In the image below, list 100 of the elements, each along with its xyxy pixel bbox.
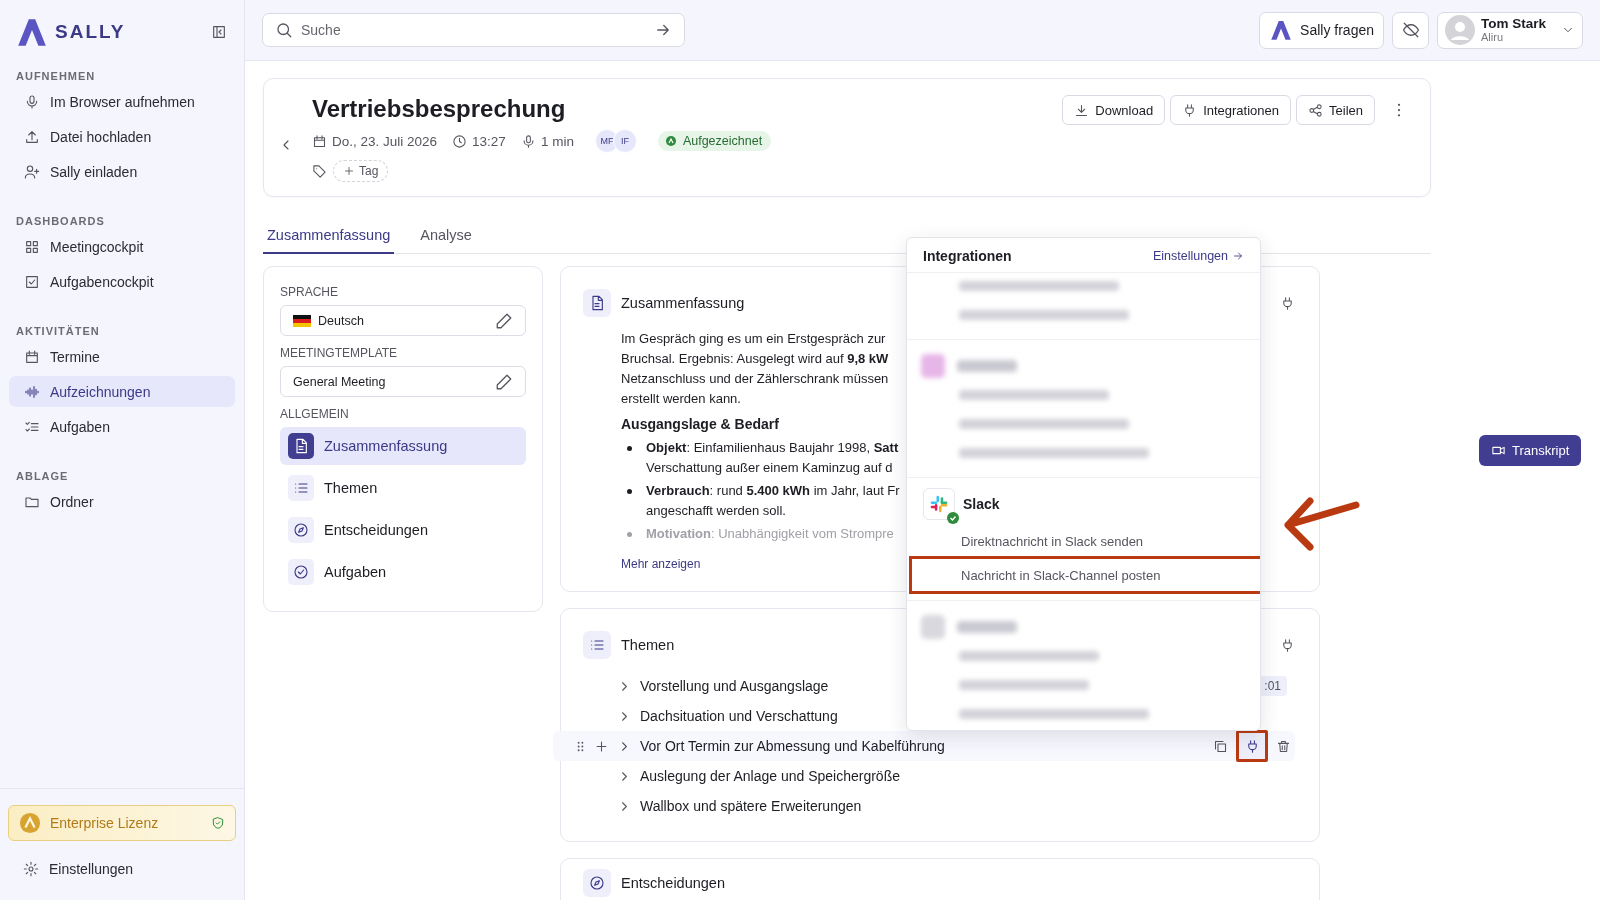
avatar-icon	[1445, 15, 1475, 45]
user-plus-icon	[24, 163, 40, 180]
action-button[interactable]: Download	[1062, 95, 1166, 125]
tab[interactable]: Analyse	[416, 215, 476, 254]
calendar-icon	[24, 348, 40, 365]
topic-row[interactable]: Vor Ort Termin zur Abmessung und Kabelführung	[553, 731, 1295, 761]
plug-icon[interactable]	[1280, 637, 1295, 653]
topic-row[interactable]: Wallbox und spätere Erweiterungen	[553, 791, 1295, 821]
status-icon	[664, 135, 677, 147]
sidebar-item[interactable]: Im Browser aufnehmen	[9, 86, 235, 117]
section-heading: AKTIVITÄTEN	[15, 324, 101, 339]
user-organization: Aliru	[1481, 31, 1504, 44]
status-badge: Aufgezeichnet	[657, 131, 772, 151]
user-name: Tom Stark	[1481, 16, 1547, 32]
section-nav-item[interactable]: Zusammenfassung	[280, 427, 526, 465]
meeting-duration: 1 min	[540, 133, 574, 149]
topic-title: Auslegung der Anlage und Speichergröße	[640, 768, 901, 784]
edit-icon[interactable]	[495, 311, 513, 330]
transcript-button[interactable]: Transkript	[1479, 435, 1582, 466]
action-button[interactable]: Teilen	[1296, 95, 1375, 125]
edit-icon[interactable]	[495, 372, 513, 391]
brand-name: SALLY	[55, 21, 127, 43]
topic-title: Vor Ort Termin zur Abmessung und Kabelführung	[640, 738, 946, 754]
topic-row[interactable]: Dachsituation und Verschattung	[553, 701, 1295, 731]
logo-icon	[1269, 18, 1294, 42]
integration-button[interactable]	[1236, 730, 1268, 762]
document-icon	[293, 438, 309, 454]
sidebar-toggle-icon[interactable]	[211, 24, 227, 40]
share-icon	[1308, 102, 1324, 118]
microphone-icon	[24, 93, 40, 110]
card-title: Themen	[621, 637, 676, 653]
section-heading: AUFNEHMEN	[15, 69, 97, 84]
add-tag-button[interactable]: Tag	[333, 160, 389, 182]
integration-action[interactable]: Nachricht in Slack-Channel posten	[909, 556, 1260, 594]
summary-heading: Ausgangslage & Bedarf	[621, 416, 780, 432]
plus-icon[interactable]	[594, 738, 609, 754]
sidebar-item[interactable]: Aufzeichnungen	[9, 376, 235, 407]
template-field[interactable]: General Meeting	[280, 366, 526, 397]
search-field[interactable]: Suche	[262, 13, 685, 47]
action-button[interactable]: Integrationen	[1170, 95, 1292, 125]
section-heading: DASHBOARDS	[15, 214, 106, 229]
tab[interactable]: Zusammenfassung	[263, 215, 395, 254]
popup-title: Integrationen	[923, 248, 1012, 264]
sidebar-item[interactable]: Sally einladen	[9, 156, 235, 187]
checkbox-icon	[24, 273, 40, 290]
integration-action[interactable]: Direktnachricht in Slack senden	[909, 526, 1260, 556]
sidebar-item[interactable]: Aufgabencockpit	[9, 266, 235, 297]
logo-icon	[19, 812, 41, 834]
calendar-icon	[312, 133, 327, 149]
settings-link[interactable]: Einstellungen	[1152, 249, 1244, 263]
list-icon	[293, 480, 309, 496]
field-label: MEETINGTEMPLATE	[280, 346, 399, 360]
language-field[interactable]: Deutsch	[280, 305, 526, 336]
topic-title: Vorstellung und Ausgangslage	[640, 678, 830, 694]
tag-icon	[312, 163, 327, 179]
list-icon	[589, 637, 605, 653]
summary-text: Bruchsal. Ergebnis: Ausgelegt wird auf 9,8 kW	[621, 350, 890, 368]
delete-icon[interactable]	[1276, 738, 1291, 754]
section-heading: ABLAGE	[15, 469, 70, 484]
sidebar-item[interactable]: Termine	[9, 341, 235, 372]
summary-text: Im Gespräch ging es um ein Erstgespräch zur	[621, 330, 887, 348]
shield-icon	[211, 816, 225, 830]
grid-icon	[24, 238, 40, 255]
visibility-button[interactable]	[1392, 11, 1429, 49]
compass-icon	[293, 522, 309, 538]
meeting-date: Do., 23. Juli 2026	[332, 133, 438, 149]
sidebar-item[interactable]: Ordner	[9, 486, 235, 517]
meeting-time: 13:27	[472, 133, 506, 149]
plus-icon	[343, 165, 355, 177]
section-heading: ALLGEMEIN	[280, 407, 350, 421]
more-link[interactable]: Mehr anzeigen	[621, 557, 701, 571]
integration-name: Slack	[963, 496, 1000, 512]
participant-avatar: IF	[612, 129, 637, 153]
section-nav-item[interactable]: Themen	[280, 469, 526, 507]
copy-icon[interactable]	[1213, 738, 1228, 754]
waveform-icon	[24, 383, 40, 400]
bullet-text: Verbrauch: rund 5.400 kWh im Jahr, laut Fr	[646, 482, 900, 500]
compass-icon	[589, 875, 605, 891]
bullet-text: Motivation: Unabhängigkeit vom Strompre	[646, 525, 894, 543]
card-title: Entscheidungen	[621, 875, 726, 891]
summary-text: erstellt werden kann.	[621, 390, 742, 408]
slack-logo-icon	[929, 494, 949, 514]
topic-row[interactable]: Auslegung der Anlage und Speichergröße	[553, 761, 1295, 791]
plug-icon[interactable]	[1280, 295, 1295, 311]
meeting-title: Vertriebsbesprechung	[312, 95, 567, 123]
user-menu[interactable]: Tom Stark Aliru	[1437, 11, 1583, 49]
section-nav-item[interactable]: Aufgaben	[280, 553, 526, 591]
section-nav-item[interactable]: Entscheidungen	[280, 511, 526, 549]
settings-icon	[23, 860, 39, 877]
field-value: Deutsch	[318, 313, 365, 328]
document-icon	[589, 295, 605, 311]
eye-off-icon	[1401, 21, 1420, 39]
field-value: General Meeting	[293, 374, 387, 389]
sidebar-item[interactable]: Meetingcockpit	[9, 231, 235, 262]
ask-button[interactable]: Sally fragen	[1259, 11, 1384, 49]
sidebar-item[interactable]: Aufgaben	[9, 411, 235, 442]
search-icon	[275, 21, 293, 39]
bullet-text: Verschattung außer einem Kaminzug auf d	[646, 459, 894, 477]
sidebar-item[interactable]: Einstellungen	[8, 853, 236, 884]
sidebar-item[interactable]: Datei hochladen	[9, 121, 235, 152]
